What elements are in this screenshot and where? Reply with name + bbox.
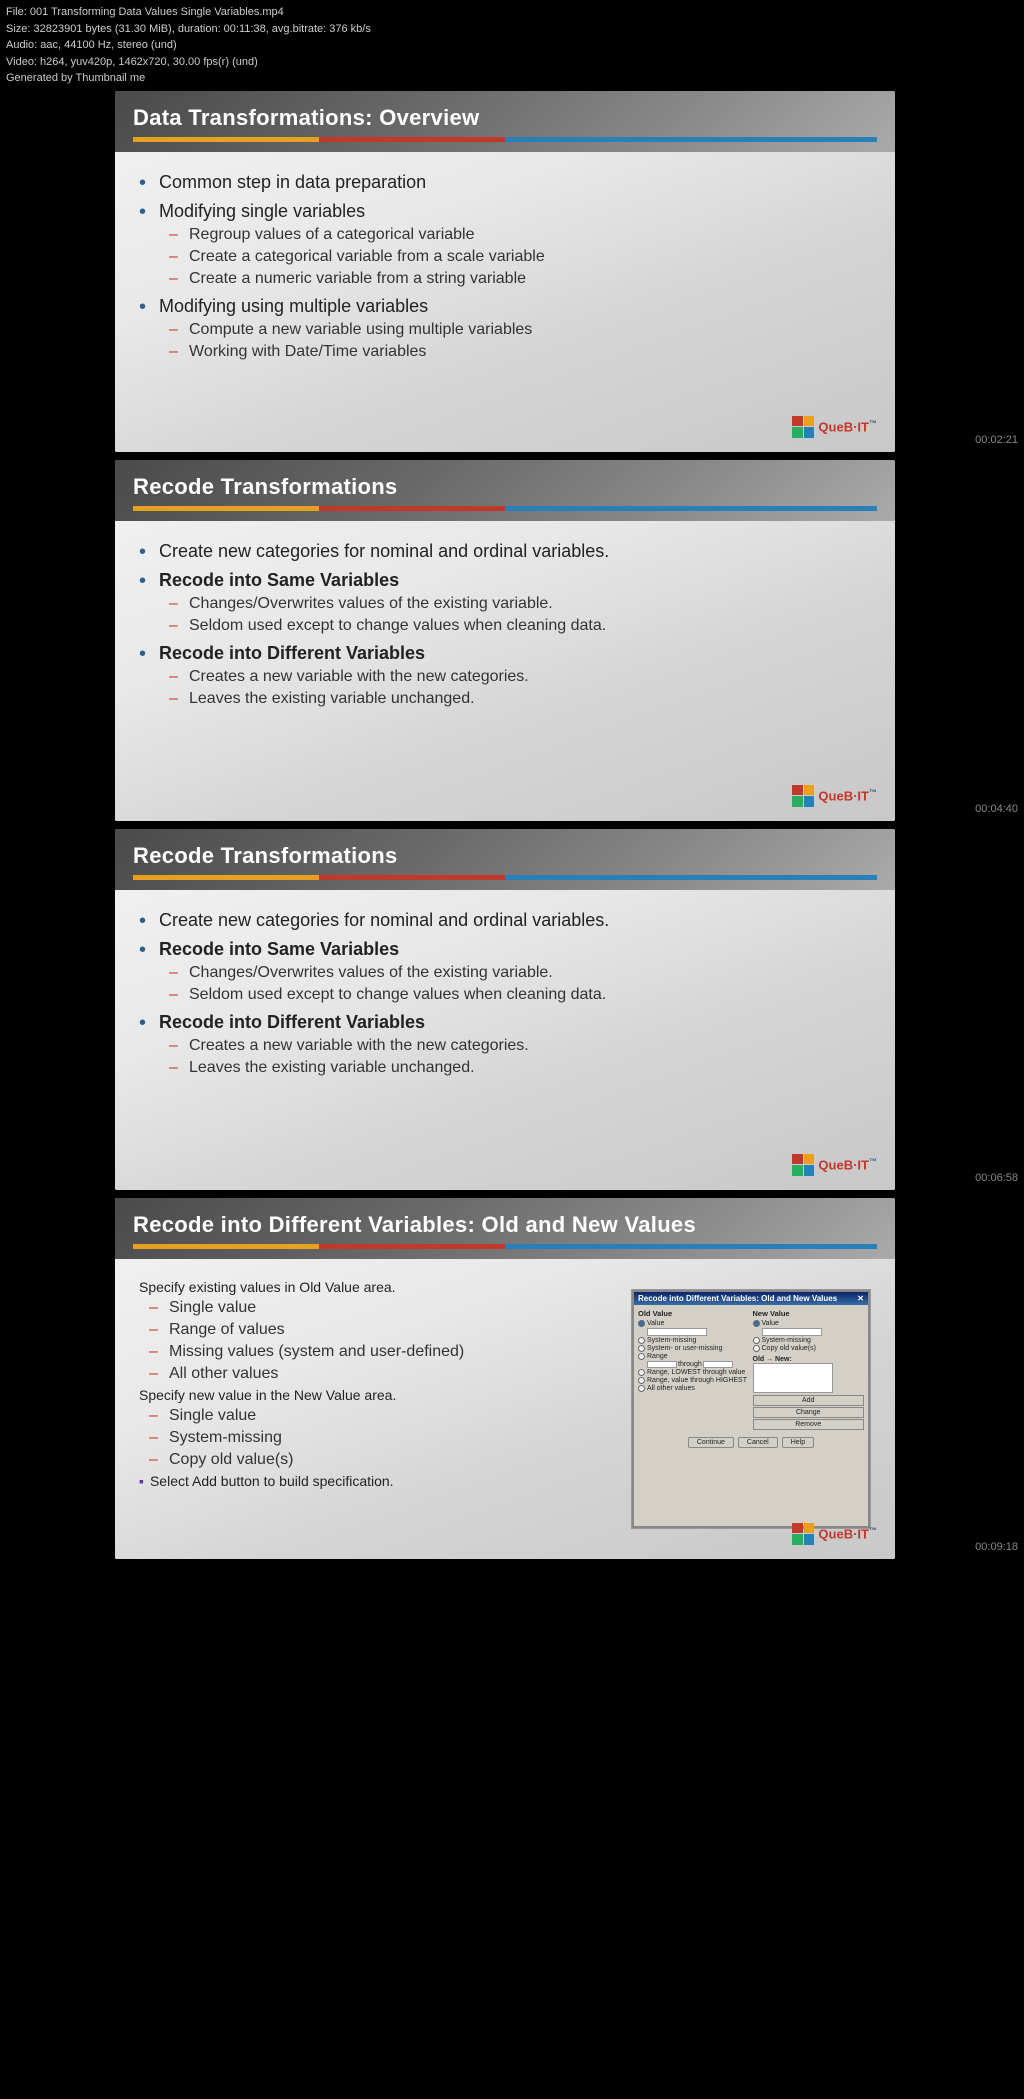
list-item: Create new categories for nominal and or… [139,541,871,562]
slide-4-body: Specify existing values in Old Value are… [115,1259,895,1559]
list-item: Modifying using multiple variables Compu… [139,296,871,361]
slide-4-text: Specify existing values in Old Value are… [139,1279,615,1529]
color-bar-3 [133,875,877,880]
slide-2: Recode Transformations Create new catego… [115,460,895,821]
color-bar-1 [133,137,877,142]
sub-list: Creates a new variable with the new cate… [169,668,871,708]
list-item: Recode into Same Variables Changes/Overw… [139,939,871,1004]
sub-list: Single value Range of values Missing val… [149,1299,615,1383]
slide-3-body: Create new categories for nominal and or… [115,890,895,1190]
list-item: Creates a new variable with the new cate… [169,1037,871,1055]
bar-yellow [133,506,319,511]
logo-1: QueB·IT™ [792,416,877,438]
logo-text: QueB·IT™ [818,788,877,803]
slide-3: Recode Transformations Create new catego… [115,829,895,1190]
list-item: Recode into Different Variables Creates … [139,1012,871,1077]
sub-list: Single value System-missing Copy old val… [149,1407,615,1469]
slide-4-header: Recode into Different Variables: Old and… [115,1198,895,1259]
sub-list: Creates a new variable with the new cate… [169,1037,871,1077]
sub-list: Regroup values of a categorical variable… [169,226,871,288]
bar-red [319,137,505,142]
slide-3-bullet-list: Create new categories for nominal and or… [139,910,871,1077]
logo-cubes [792,1523,814,1545]
logo-2: QueB·IT™ [792,785,877,807]
slide-2-header: Recode Transformations [115,460,895,521]
slide-1-bullet-list: Common step in data preparation Modifyin… [139,172,871,361]
bar-blue [505,875,877,880]
logo-cubes [792,1154,814,1176]
list-item: Range of values [149,1321,615,1339]
slide-1-body: Common step in data preparation Modifyin… [115,152,895,452]
bar-yellow [133,875,319,880]
color-bar-4 [133,1244,877,1249]
slide-3-title: Recode Transformations [133,843,877,869]
color-bar-2 [133,506,877,511]
list-item: ▪Select Add button to build specificatio… [139,1473,615,1489]
list-item: Seldom used except to change values when… [169,986,871,1004]
sub-list: Compute a new variable using multiple va… [169,321,871,361]
list-item: Create a numeric variable from a string … [169,270,871,288]
logo-4: QueB·IT™ [792,1523,877,1545]
slide-4-bullet-list: Specify existing values in Old Value are… [139,1279,615,1489]
slide-4: Recode into Different Variables: Old and… [115,1198,895,1559]
spss-dialog-screenshot: Recode into Different Variables: Old and… [631,1289,871,1529]
list-item: Missing values (system and user-defined) [149,1343,615,1361]
bar-yellow [133,1244,319,1249]
list-item: All other values [149,1365,615,1383]
timestamp-4: 00:09:18 [975,1541,1018,1553]
timestamp-2: 00:04:40 [975,803,1018,815]
logo-cubes [792,785,814,807]
logo-text: QueB·IT™ [818,419,877,434]
logo-cubes [792,416,814,438]
slide-1-title: Data Transformations: Overview [133,105,877,131]
sub-list: Changes/Overwrites values of the existin… [169,964,871,1004]
timestamp-1: 00:02:21 [975,434,1018,446]
list-item: Single value [149,1299,615,1317]
list-item: Specify new value in the New Value area.… [139,1387,615,1469]
slide-1: Data Transformations: Overview Common st… [115,91,895,452]
slide-3-header: Recode Transformations [115,829,895,890]
slide-4-title: Recode into Different Variables: Old and… [133,1212,877,1238]
file-info: File: 001 Transforming Data Values Singl… [0,0,1024,91]
list-item: Specify existing values in Old Value are… [139,1279,615,1383]
list-item: Working with Date/Time variables [169,343,871,361]
list-item: Creates a new variable with the new cate… [169,668,871,686]
slide-1-header: Data Transformations: Overview [115,91,895,152]
logo-text: QueB·IT™ [818,1526,877,1541]
slide-3-wrapper: Recode Transformations Create new catego… [0,829,1024,1190]
slide-2-wrapper: Recode Transformations Create new catego… [0,460,1024,821]
list-item: Recode into Different Variables Creates … [139,643,871,708]
logo-text: QueB·IT™ [818,1157,877,1172]
logo-3: QueB·IT™ [792,1154,877,1176]
bar-red [319,875,505,880]
bar-red [319,506,505,511]
bar-blue [505,137,877,142]
sub-list: Changes/Overwrites values of the existin… [169,595,871,635]
list-item: Seldom used except to change values when… [169,617,871,635]
slide-1-wrapper: Data Transformations: Overview Common st… [0,91,1024,452]
list-item: Copy old value(s) [149,1451,615,1469]
timestamp-3: 00:06:58 [975,1172,1018,1184]
bar-blue [505,506,877,511]
slide-2-bullet-list: Create new categories for nominal and or… [139,541,871,708]
list-item: Changes/Overwrites values of the existin… [169,595,871,613]
list-item: Regroup values of a categorical variable [169,226,871,244]
list-item: Single value [149,1407,615,1425]
list-item: Recode into Same Variables Changes/Overw… [139,570,871,635]
list-item: System-missing [149,1429,615,1447]
list-item: Leaves the existing variable unchanged. [169,1059,871,1077]
bar-red [319,1244,505,1249]
list-item: Create new categories for nominal and or… [139,910,871,931]
slide-4-wrapper: Recode into Different Variables: Old and… [0,1198,1024,1559]
bar-yellow [133,137,319,142]
slide-2-body: Create new categories for nominal and or… [115,521,895,821]
list-item: Modifying single variables Regroup value… [139,201,871,288]
list-item: Leaves the existing variable unchanged. [169,690,871,708]
slide-2-title: Recode Transformations [133,474,877,500]
bar-blue [505,1244,877,1249]
list-item: Create a categorical variable from a sca… [169,248,871,266]
list-item: Compute a new variable using multiple va… [169,321,871,339]
list-item: Common step in data preparation [139,172,871,193]
list-item: Changes/Overwrites values of the existin… [169,964,871,982]
